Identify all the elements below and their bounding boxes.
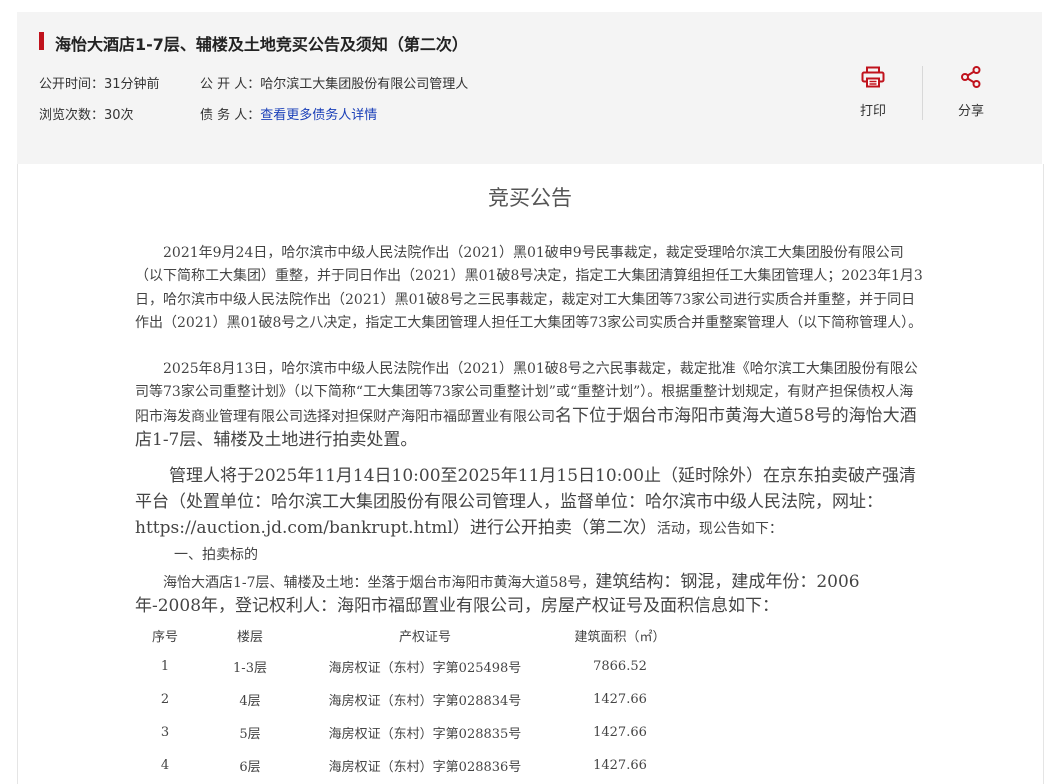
debtor: 债 务 人：查看更多债务人详情 [200, 104, 377, 123]
paragraph-4-mid: 建筑结构：钢混，建成年份： [595, 572, 817, 592]
table-cell: 1 [160, 659, 170, 674]
debtor-label: 债 务 人： [200, 108, 261, 123]
publish-time-label: 公开时间： [39, 77, 105, 92]
paragraph-3-end: 活动，现公告如下： [656, 521, 783, 537]
printer-icon [861, 66, 885, 88]
paragraph-1: 2021年9月24日，哈尔滨市中级人民法院作出（2021）黑01破申9号民事裁定… [135, 245, 923, 331]
table-cell: 1427.66 [593, 692, 647, 707]
title-accent-bar [39, 32, 44, 50]
publisher: 公 开 人：哈尔滨工大集团股份有限公司管理人 [200, 73, 468, 92]
table-cell: 4层 [239, 694, 261, 709]
publish-time: 公开时间：31分钟前 [39, 73, 160, 92]
print-button[interactable]: 打印 [843, 66, 903, 119]
print-label: 打印 [859, 104, 886, 119]
table-cell: 4 [160, 758, 170, 773]
view-count: 浏览次数：30次 [39, 104, 134, 123]
table-row: 4 6层 海房权证（东村）字第028836号 1427.66 [135, 749, 695, 782]
paragraph-3: 管理人将于2025年11月14日10:00至2025年11月15日10:00止（… [135, 463, 925, 542]
paragraph-4-start: 海怡大酒店1-7层、辅楼及土地：坐落于烟台市海阳市黄海大道58号， [163, 575, 596, 591]
toolbar-divider [922, 66, 923, 120]
table-cell: 7866.52 [593, 659, 647, 674]
table-cell: 海房权证（东村）字第028836号 [328, 760, 522, 775]
paragraph-4: 海怡大酒店1-7层、辅楼及土地：坐落于烟台市海阳市黄海大道58号，建筑结构：钢混… [135, 571, 925, 620]
publisher-value: 哈尔滨工大集团股份有限公司管理人 [260, 77, 469, 92]
publisher-label: 公 开 人： [200, 77, 261, 92]
table-cell: 1-3层 [233, 661, 267, 676]
document-title: 竞买公告 [488, 186, 572, 210]
share-label: 分享 [957, 104, 984, 119]
column-header: 序号 [151, 630, 178, 645]
column-header: 产权证号 [398, 630, 451, 645]
share-icon [961, 66, 981, 88]
table-row: 2 4层 海房权证（东村）字第028834号 1427.66 [135, 683, 695, 716]
table-cell: 海房权证（东村）字第025498号 [328, 661, 522, 676]
table-cell: 6层 [239, 760, 261, 775]
view-count-value: 30次 [104, 108, 134, 123]
section-heading-1: 一、拍卖标的 [174, 547, 258, 563]
view-count-label: 浏览次数： [39, 108, 105, 123]
table-header-row: 序号 楼层 产权证号 建筑面积（㎡） [135, 626, 695, 650]
table-row: 1 1-3层 海房权证（东村）字第025498号 7866.52 [135, 650, 695, 683]
share-button[interactable]: 分享 [941, 66, 1001, 119]
publish-time-value: 31分钟前 [104, 77, 160, 92]
table-cell: 3 [160, 725, 170, 740]
paragraph-3-start: 管理人将于2025年11月14日10:00至2025年11月15日10:00止（… [135, 466, 917, 538]
property-table: 序号 楼层 产权证号 建筑面积（㎡） 1 1-3层 海房权证（东村）字第0254… [135, 626, 695, 782]
table-cell: 海房权证（东村）字第028834号 [328, 694, 522, 709]
table-cell: 2 [160, 692, 170, 707]
column-header: 建筑面积（㎡） [574, 630, 666, 645]
table-cell: 1427.66 [593, 725, 647, 740]
notice-title: 海怡大酒店1-7层、辅楼及土地竞买公告及须知（第二次） [55, 35, 468, 54]
table-cell: 5层 [239, 727, 261, 742]
table-cell: 海房权证（东村）字第028835号 [328, 727, 522, 742]
paragraph-2: 2025年8月13日，哈尔滨市中级人民法院作出（2021）黑01破8号之六民事裁… [135, 358, 925, 453]
table-cell: 1427.66 [593, 758, 647, 773]
debtor-details-link[interactable]: 查看更多债务人详情 [260, 108, 377, 123]
column-header: 楼层 [236, 630, 263, 645]
table-row: 3 5层 海房权证（东村）字第028835号 1427.66 [135, 716, 695, 749]
